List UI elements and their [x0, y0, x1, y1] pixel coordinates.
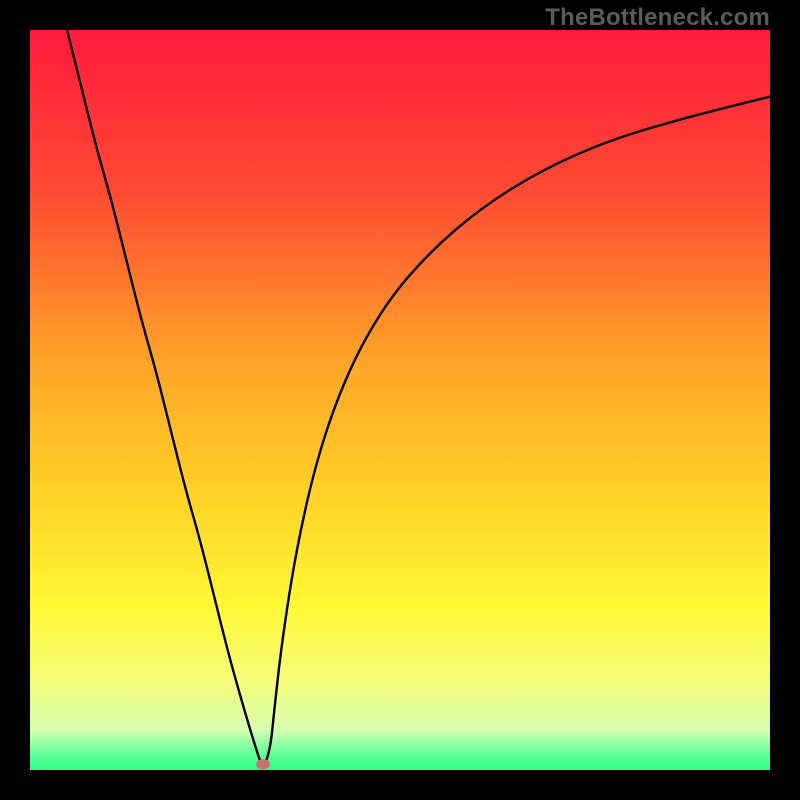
min-marker [256, 759, 270, 769]
watermark-text: TheBottleneck.com [545, 4, 770, 32]
chart-frame: TheBottleneck.com [0, 0, 800, 800]
chart-canvas [30, 30, 770, 770]
chart-background [30, 30, 770, 770]
chart-svg [30, 30, 770, 770]
